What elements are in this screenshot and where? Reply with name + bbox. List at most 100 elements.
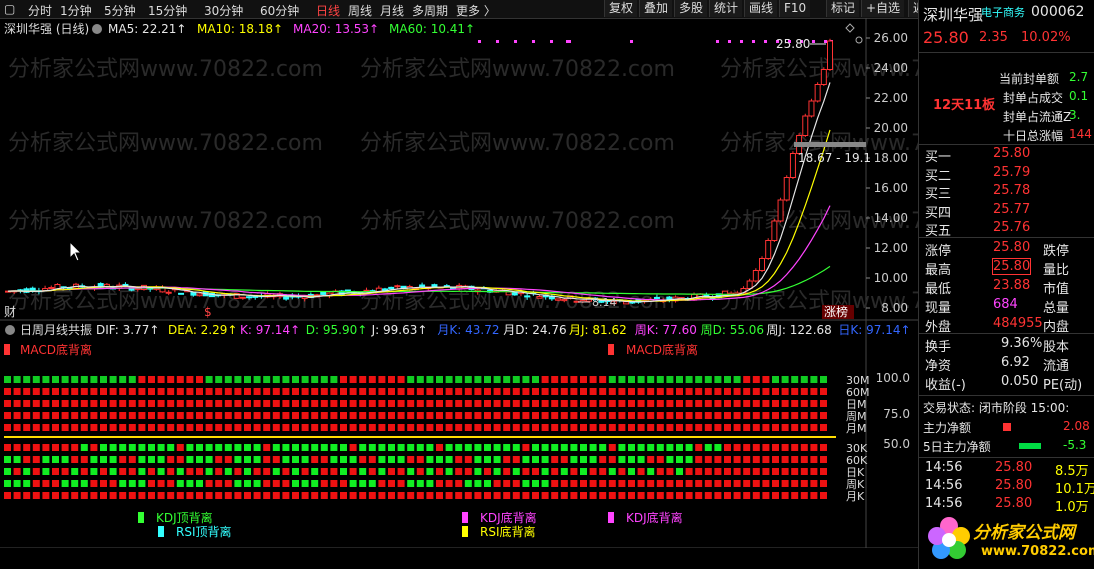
grid-cell (733, 468, 741, 475)
grid-cell (416, 412, 424, 419)
grid-cell (464, 376, 472, 383)
grid-cell (407, 480, 415, 487)
grid-cell (128, 376, 136, 383)
grid-cell (551, 376, 559, 383)
grid-cell (647, 480, 655, 487)
grid-cell (541, 444, 549, 451)
candle-body (808, 100, 815, 117)
grid-cell (599, 456, 607, 463)
grid-cell (436, 444, 443, 451)
period-tab[interactable]: 30分钟 (204, 2, 243, 19)
period-tab[interactable]: 分时 (28, 2, 52, 19)
grid-cell (724, 412, 731, 419)
stock-sector[interactable]: 电子商务 (981, 4, 1025, 20)
grid-cell (205, 492, 213, 499)
grid-cell (330, 376, 338, 383)
grid-cell (349, 400, 357, 407)
layout-icon[interactable]: ▢ (4, 2, 15, 16)
fund-value: 0.050 (1001, 374, 1039, 389)
kline-chart[interactable]: 分析家公式网www.70822.com 分析家公式网www.70822.com 分析… (0, 18, 918, 548)
candle-body (505, 291, 512, 296)
grid-cell (282, 388, 290, 395)
grid-cell (743, 492, 751, 499)
grid-cell (570, 480, 578, 487)
grid-cell (551, 480, 559, 487)
grid-cell (407, 444, 415, 451)
period-tab[interactable]: 日线 (316, 2, 340, 19)
chart-tool-button[interactable]: 画线 (744, 0, 778, 17)
grid-cell (580, 492, 587, 499)
chart-tool-button[interactable]: F10 (779, 0, 811, 17)
period-tab[interactable]: 60分钟 (260, 2, 299, 19)
grid-cell (330, 388, 338, 395)
chart-tool-button[interactable]: 叠加 (639, 0, 673, 17)
grid-cell (349, 424, 357, 431)
logo-text: 分析家公式网 (973, 523, 1075, 543)
grid-cell (80, 480, 88, 487)
grid-cell (80, 400, 88, 407)
candle-body (320, 291, 327, 295)
chart-tool-button[interactable]: 复权 (604, 0, 638, 17)
grid-cell (234, 480, 242, 487)
grid-cell (253, 424, 261, 431)
period-tab[interactable]: 多周期 (412, 2, 448, 19)
grid-cell (484, 480, 491, 487)
grid-cell (52, 456, 59, 463)
grid-cell (685, 456, 693, 463)
chart-tool-button[interactable]: 统计 (709, 0, 743, 17)
quote-panel: 深圳华强 电子商务 000062 25.80 2.35 10.02% 当前封单额… (918, 0, 1094, 569)
grid-cell (292, 400, 299, 407)
grid-cell (656, 492, 664, 499)
bid-price: 25.78 (993, 183, 1031, 198)
stat-row: 现量 684 总量 (919, 297, 1094, 316)
grid-cell (407, 492, 415, 499)
grid-cell (666, 480, 674, 487)
period-tab[interactable]: 1分钟 (60, 2, 92, 19)
grid-cell (224, 424, 232, 431)
grid-cell (263, 424, 271, 431)
grid-cell (800, 424, 808, 431)
grid-cell (781, 388, 789, 395)
grid-cell (484, 388, 491, 395)
grid-cell (4, 424, 11, 431)
grid-cell (148, 480, 155, 487)
grid-cell (407, 468, 415, 475)
grid-cell (503, 424, 511, 431)
period-tab[interactable]: 5分钟 (104, 2, 136, 19)
grid-cell (397, 468, 405, 475)
grid-cell (512, 444, 520, 451)
grid-cell (733, 412, 741, 419)
grid-cell (733, 456, 741, 463)
grid-cell (176, 376, 184, 383)
grid-cell (685, 424, 693, 431)
period-tab[interactable]: 周线 (348, 2, 372, 19)
period-tab[interactable]: 更多 〉 (456, 2, 496, 19)
grid-cell (656, 400, 664, 407)
macd-div-marker (608, 344, 614, 355)
grid-cell (512, 456, 520, 463)
mouse-cursor-icon (69, 240, 83, 262)
grid-cell (541, 388, 549, 395)
period-tab[interactable]: 月线 (380, 2, 404, 19)
grid-cell (42, 456, 50, 463)
grid-cell (311, 412, 319, 419)
stat-label: 市值 (1043, 282, 1070, 297)
grid-cell (464, 456, 472, 463)
grid-cell (320, 424, 328, 431)
grid-cell (752, 388, 760, 395)
indicator-name: 日周月线共振 (20, 323, 92, 337)
period-tab[interactable]: 15分钟 (148, 2, 187, 19)
grid-cell (388, 444, 395, 451)
chart-tool-button[interactable]: 标记 (826, 0, 860, 17)
grid-cell (474, 424, 482, 431)
grid-cell (13, 492, 21, 499)
grid-cell (820, 480, 827, 487)
grid-cell (762, 456, 770, 463)
grid-cell (791, 376, 799, 383)
grid-cell (224, 480, 232, 487)
chart-tool-button[interactable]: 多股 (674, 0, 708, 17)
grid-cell (397, 388, 405, 395)
tick-time: 14:56 (925, 496, 963, 511)
grid-cell (791, 492, 799, 499)
chart-tool-button[interactable]: +自选 (861, 0, 905, 17)
